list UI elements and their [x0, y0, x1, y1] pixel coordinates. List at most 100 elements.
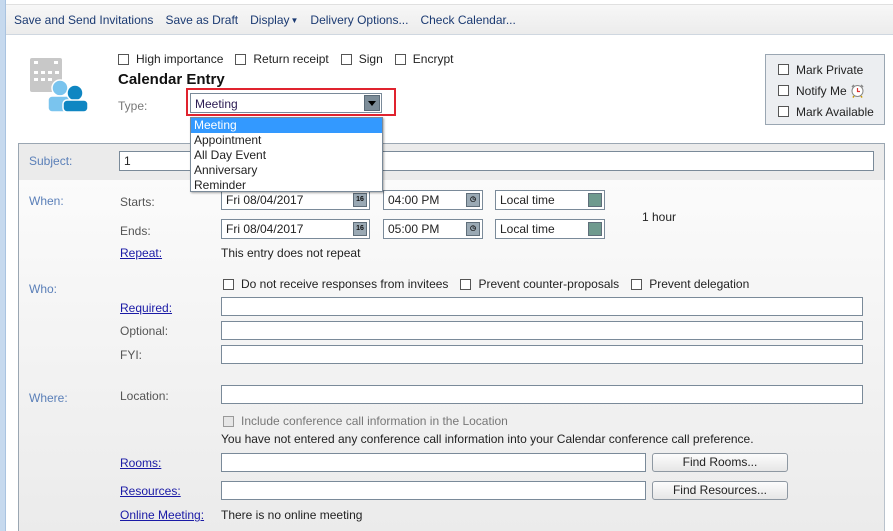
alarm-clock-icon	[851, 84, 864, 98]
type-option-all-day-event[interactable]: All Day Event	[191, 148, 382, 163]
checkbox-box[interactable]	[394, 53, 406, 65]
subject-panel: Subject: 1	[18, 143, 885, 181]
rooms-input[interactable]	[221, 453, 646, 472]
notify-me-checkbox[interactable]: Notify Me	[778, 80, 884, 101]
checkbox-box[interactable]	[235, 53, 247, 65]
checkbox-box[interactable]	[340, 53, 352, 65]
fyi-input[interactable]	[221, 345, 863, 364]
type-option-reminder[interactable]: Reminder	[191, 178, 382, 193]
save-and-send-button[interactable]: Save and Send Invitations	[14, 13, 153, 27]
required-input[interactable]	[221, 297, 863, 316]
checkbox-box[interactable]	[118, 53, 129, 65]
type-option-meeting[interactable]: Meeting	[191, 118, 382, 133]
delivery-options-button[interactable]: Delivery Options...	[310, 13, 408, 27]
start-timezone-value: Local time	[500, 193, 555, 207]
type-select[interactable]: Meeting	[190, 93, 382, 113]
start-timezone-input[interactable]: Local time	[495, 190, 605, 210]
end-timezone-value: Local time	[500, 222, 555, 236]
type-option-appointment[interactable]: Appointment	[191, 133, 382, 148]
globe-timezone-icon[interactable]	[588, 222, 602, 236]
start-time-value: 04:00 PM	[388, 193, 440, 207]
end-date-value: Fri 08/04/2017	[226, 222, 304, 236]
page-title: Calendar Entry	[118, 71, 225, 88]
clock-picker-icon[interactable]: ◷	[466, 222, 480, 236]
type-select-value: Meeting	[195, 97, 238, 111]
repeat-link[interactable]: Repeat:	[120, 246, 162, 260]
sign-checkbox[interactable]: Sign	[340, 52, 383, 66]
optional-input[interactable]	[221, 321, 863, 340]
checkbox-box[interactable]	[778, 64, 789, 75]
calendar-picker-icon[interactable]: 16	[353, 222, 367, 236]
checkbox-box[interactable]	[631, 278, 643, 290]
save-as-draft-button[interactable]: Save as Draft	[165, 13, 238, 27]
mark-private-checkbox[interactable]: Mark Private	[778, 59, 884, 80]
notify-me-label: Notify Me	[796, 83, 847, 98]
prevent-counter-proposals-checkbox[interactable]: Prevent counter-proposals	[460, 277, 619, 291]
subject-label: Subject:	[29, 154, 73, 168]
sign-label: Sign	[358, 52, 383, 66]
globe-timezone-icon[interactable]	[588, 193, 602, 207]
calendar-people-icon	[30, 58, 89, 112]
fyi-label: FYI:	[120, 348, 143, 362]
end-date-input[interactable]: Fri 08/04/2017 16	[221, 219, 370, 239]
checkbox-box[interactable]	[223, 415, 234, 427]
type-label: Type:	[118, 99, 148, 113]
start-date-input[interactable]: Fri 08/04/2017 16	[221, 190, 370, 210]
type-dropdown-list: Meeting Appointment All Day Event Annive…	[190, 117, 383, 192]
return-receipt-checkbox[interactable]: Return receipt	[235, 52, 329, 66]
online-meeting-link[interactable]: Online Meeting:	[120, 508, 204, 522]
online-meeting-text: There is no online meeting	[221, 508, 363, 522]
checkbox-box[interactable]	[460, 278, 472, 290]
high-importance-checkbox[interactable]: High importance	[118, 52, 223, 66]
encrypt-checkbox[interactable]: Encrypt	[394, 52, 454, 66]
rooms-link[interactable]: Rooms:	[120, 456, 161, 470]
display-menu-button[interactable]: Display▼	[250, 13, 298, 27]
who-options: Do not receive responses from invitees P…	[223, 277, 761, 291]
type-option-anniversary[interactable]: Anniversary	[191, 163, 382, 178]
checkbox-box[interactable]	[778, 85, 789, 96]
checkbox-box[interactable]	[223, 278, 234, 290]
end-time-input[interactable]: 05:00 PM ◷	[383, 219, 483, 239]
calendar-picker-icon[interactable]: 16	[353, 193, 367, 207]
location-label: Location:	[120, 389, 169, 403]
include-conference-call-checkbox[interactable]: Include conference call information in t…	[223, 414, 508, 428]
caret-down-icon: ▼	[290, 15, 299, 25]
prevent-delegation-label: Prevent delegation	[649, 277, 750, 291]
details-panel: When: Starts: Fri 08/04/2017 16 04:00 PM…	[18, 180, 885, 531]
display-label: Display	[250, 12, 290, 27]
return-receipt-label: Return receipt	[253, 52, 329, 66]
checkbox-box[interactable]	[778, 106, 789, 117]
resources-link[interactable]: Resources:	[120, 484, 181, 498]
mark-available-checkbox[interactable]: Mark Available	[778, 101, 884, 122]
high-importance-label: High importance	[136, 52, 224, 66]
prevent-delegation-checkbox[interactable]: Prevent delegation	[631, 277, 749, 291]
when-section-label: When:	[29, 194, 64, 208]
start-time-input[interactable]: 04:00 PM ◷	[383, 190, 483, 210]
mark-private-label: Mark Private	[796, 62, 864, 77]
ends-label: Ends:	[120, 224, 151, 238]
action-toolbar: Save and Send Invitations Save as Draft …	[6, 4, 893, 35]
starts-label: Starts:	[120, 195, 155, 209]
dropdown-arrow-icon[interactable]	[364, 95, 380, 111]
end-time-value: 05:00 PM	[388, 222, 440, 236]
required-link[interactable]: Required:	[120, 301, 172, 315]
find-resources-button[interactable]: Find Resources...	[652, 481, 788, 500]
left-rail	[0, 0, 6, 531]
clock-picker-icon[interactable]: ◷	[466, 193, 480, 207]
encrypt-label: Encrypt	[412, 52, 454, 66]
find-rooms-button[interactable]: Find Rooms...	[652, 453, 788, 472]
mark-available-label: Mark Available	[796, 104, 874, 119]
include-conference-call-label: Include conference call information in t…	[241, 414, 508, 428]
resources-input[interactable]	[221, 481, 646, 500]
optional-label: Optional:	[120, 324, 169, 338]
prevent-counter-proposals-label: Prevent counter-proposals	[478, 277, 620, 291]
no-responses-checkbox[interactable]: Do not receive responses from invitees	[223, 277, 448, 291]
end-timezone-input[interactable]: Local time	[495, 219, 605, 239]
conference-call-note: You have not entered any conference call…	[221, 432, 754, 446]
check-calendar-button[interactable]: Check Calendar...	[420, 13, 515, 27]
start-date-value: Fri 08/04/2017	[226, 193, 304, 207]
location-input[interactable]	[221, 385, 863, 404]
no-responses-label: Do not receive responses from invitees	[241, 277, 449, 291]
repeat-text: This entry does not repeat	[221, 246, 361, 260]
who-section-label: Who:	[29, 282, 58, 296]
